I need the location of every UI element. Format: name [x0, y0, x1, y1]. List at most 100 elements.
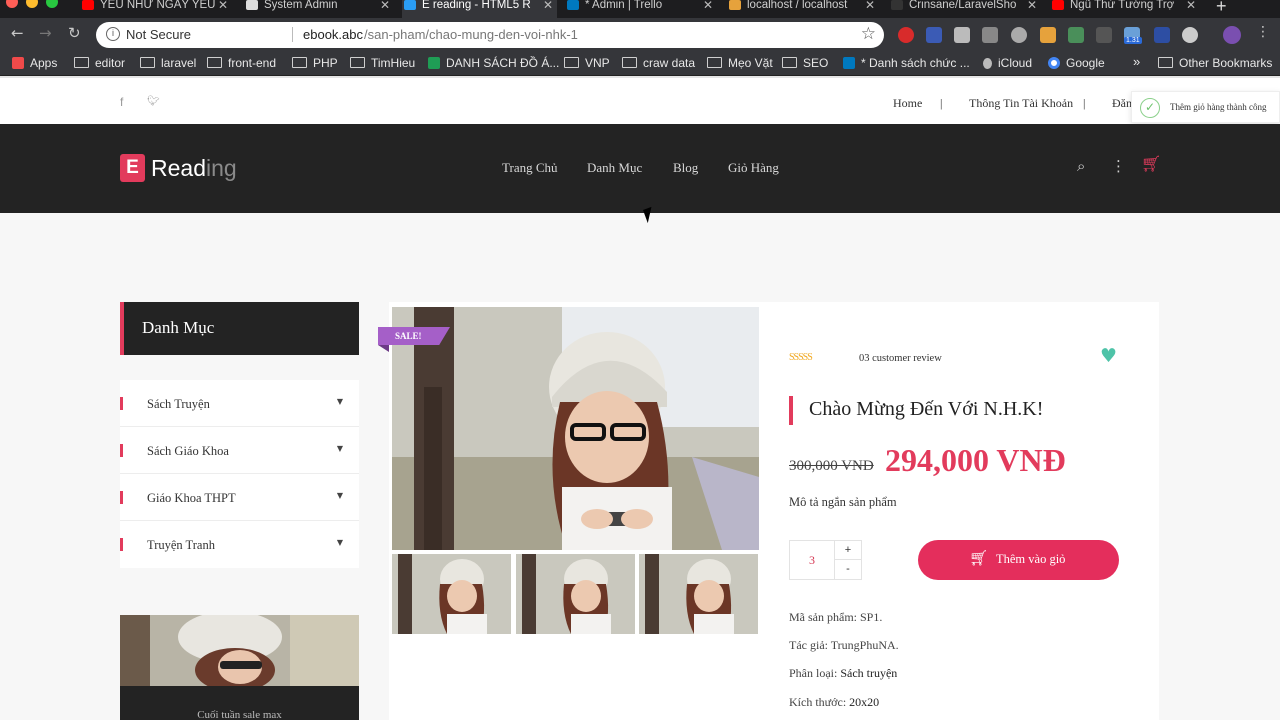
- product-thumbnail[interactable]: [516, 554, 635, 634]
- bookmark-folder[interactable]: laravel: [140, 56, 196, 70]
- browser-tab[interactable]: Crinsane/LaravelSho ✕: [889, 0, 1041, 18]
- quantity-increase-button[interactable]: +: [835, 541, 861, 560]
- browser-tab-strip: YÊU NHƯ NGÀY YÊU ✕ System Admin ✕ E read…: [0, 0, 1280, 18]
- function-extension-icon[interactable]: [1096, 27, 1112, 43]
- bookmark-folder[interactable]: SEO: [782, 56, 828, 70]
- settings-extension-icon[interactable]: [1011, 27, 1027, 43]
- info-icon[interactable]: i: [106, 27, 120, 41]
- facebook-icon[interactable]: f: [120, 95, 123, 109]
- quantity-decrease-button[interactable]: -: [835, 560, 861, 579]
- category-item[interactable]: Truyện Tranh ▼: [120, 521, 359, 568]
- quantity-input[interactable]: 3: [790, 541, 835, 579]
- nav-blog[interactable]: Blog: [673, 160, 698, 176]
- close-tab-icon[interactable]: ✕: [218, 0, 228, 11]
- new-tab-button[interactable]: +: [1216, 0, 1227, 17]
- folder-icon: [1158, 57, 1173, 68]
- close-tab-icon[interactable]: ✕: [1186, 0, 1196, 11]
- window-extension-icon[interactable]: [1154, 27, 1170, 43]
- screenshot-extension-icon[interactable]: [954, 27, 970, 43]
- top-link-account[interactable]: Thông Tin Tài Khoản: [969, 96, 1073, 111]
- bookmark-folder[interactable]: Other Bookmarks: [1158, 56, 1272, 70]
- close-tab-icon[interactable]: ✕: [1027, 0, 1037, 11]
- adblock-extension-icon[interactable]: [898, 27, 914, 43]
- profile-avatar[interactable]: [1223, 26, 1241, 44]
- forward-button[interactable]: →: [39, 24, 52, 42]
- nav-cart[interactable]: Giỏ Hàng: [728, 160, 779, 176]
- browser-tab-active[interactable]: E reading - HTML5 R ✕: [402, 0, 557, 18]
- folder-icon: [350, 57, 365, 68]
- nav-home[interactable]: Trang Chủ: [502, 160, 558, 176]
- browser-tab[interactable]: System Admin ✕: [244, 0, 394, 18]
- site-header: E Reading Trang Chủ Danh Mục Blog Giỏ Hà…: [0, 124, 1280, 213]
- twitter-icon[interactable]: 🐦︎: [147, 96, 160, 107]
- bookmark-folder[interactable]: craw data: [622, 56, 695, 70]
- product-main-image[interactable]: [392, 307, 759, 550]
- heart-icon[interactable]: ♥: [1100, 345, 1117, 367]
- bookmark-folder[interactable]: editor: [74, 56, 125, 70]
- bookmark-trello[interactable]: * Danh sách chức ...: [843, 56, 970, 70]
- bookmark-folder[interactable]: PHP: [292, 56, 338, 70]
- category-title: Danh Mục: [142, 318, 215, 337]
- add-to-cart-button[interactable]: 🛒︎ Thêm vào giỏ: [918, 540, 1119, 580]
- top-link-home[interactable]: Home: [893, 96, 922, 111]
- close-tab-icon[interactable]: ✕: [703, 0, 713, 11]
- github-icon: [891, 0, 903, 10]
- cloud-extension-icon[interactable]: [1040, 27, 1056, 43]
- product-detail: SALE! SSSSS 03 customer review ♥ Chào Mừ…: [378, 302, 1159, 720]
- not-secure-label: Not Secure: [126, 27, 192, 42]
- logo-text: Reading: [151, 155, 237, 181]
- back-button[interactable]: ←: [11, 24, 24, 42]
- chart-extension-icon[interactable]: [1068, 27, 1084, 43]
- bookmark-folder[interactable]: VNP: [564, 56, 610, 70]
- add-to-cart-label: Thêm vào giỏ: [996, 552, 1066, 566]
- product-size: Kích thước: 20x20: [789, 695, 880, 709]
- close-tab-icon[interactable]: ✕: [543, 0, 553, 11]
- browser-tab[interactable]: YÊU NHƯ NGÀY YÊU ✕: [80, 0, 232, 18]
- bookmarks-bar: Apps editor laravel front-end PHP TimHie…: [0, 52, 1280, 76]
- review-count[interactable]: 03 customer review: [859, 353, 942, 364]
- cart-icon[interactable]: 🛒︎: [1141, 154, 1161, 173]
- category-item[interactable]: Sách Giáo Khoa ▼: [120, 427, 359, 474]
- recycle-extension-icon[interactable]: [982, 27, 998, 43]
- bookmark-folder[interactable]: TimHieu: [350, 56, 415, 70]
- folder-icon: [207, 57, 222, 68]
- address-bar[interactable]: i Not Secure ebook.abc /san-pham/chao-mu…: [96, 22, 884, 48]
- bookmark-apps[interactable]: Apps: [12, 56, 57, 70]
- bookmark-icloud[interactable]: iCloud: [983, 56, 1032, 70]
- zoom-window-button[interactable]: [46, 0, 58, 8]
- minimize-window-button[interactable]: [26, 0, 38, 8]
- nav-categories[interactable]: Danh Mục: [587, 160, 642, 176]
- product-thumbnail[interactable]: [392, 554, 511, 634]
- browser-tab[interactable]: * Admin | Trello ✕: [565, 0, 717, 18]
- close-tab-icon[interactable]: ✕: [865, 0, 875, 11]
- search-icon[interactable]: ⌕: [1077, 157, 1085, 175]
- product-thumbnail[interactable]: [639, 554, 758, 634]
- dashlane-extension-icon[interactable]: [926, 27, 942, 43]
- browser-tab[interactable]: localhost / localhost ✕: [727, 0, 879, 18]
- promo-banner[interactable]: Cuối tuần sale max: [120, 615, 359, 720]
- youtube-icon: [82, 0, 94, 10]
- caret-down-icon[interactable]: ▼: [337, 444, 343, 453]
- bookmark-star-icon[interactable]: ☆: [861, 24, 876, 44]
- bookmark-folder[interactable]: front-end: [207, 56, 276, 70]
- close-window-button[interactable]: [6, 0, 18, 8]
- bookmark-folder[interactable]: Mẹo Vặt: [707, 56, 773, 70]
- bookmark-google[interactable]: Google: [1048, 56, 1105, 70]
- old-price: 300,000 VNĐ: [789, 458, 874, 474]
- reload-button[interactable]: ↻: [68, 24, 81, 42]
- caret-down-icon[interactable]: ▼: [337, 538, 343, 547]
- category-label: Sách Truyện: [147, 397, 210, 411]
- browser-menu-icon[interactable]: ⋮: [1256, 24, 1270, 40]
- category-item[interactable]: Sách Truyện ▼: [120, 380, 359, 427]
- browser-tab[interactable]: Ngũ Thứ Tướng Trợ ✕: [1050, 0, 1200, 18]
- more-vertical-icon[interactable]: ⋮: [1111, 157, 1126, 175]
- more-bookmarks-button[interactable]: »: [1133, 54, 1140, 69]
- close-tab-icon[interactable]: ✕: [380, 0, 390, 11]
- gear-extension-icon[interactable]: [1182, 27, 1198, 43]
- top-link-divider: |: [940, 96, 943, 110]
- caret-down-icon[interactable]: ▼: [337, 491, 343, 500]
- product-author: Tác giả: TrungPhuNA.: [789, 638, 899, 652]
- category-item[interactable]: Giáo Khoa THPT ▼: [120, 474, 359, 521]
- bookmark-sheet[interactable]: DANH SÁCH ĐỒ Á...: [428, 56, 559, 70]
- caret-down-icon[interactable]: ▼: [337, 397, 343, 406]
